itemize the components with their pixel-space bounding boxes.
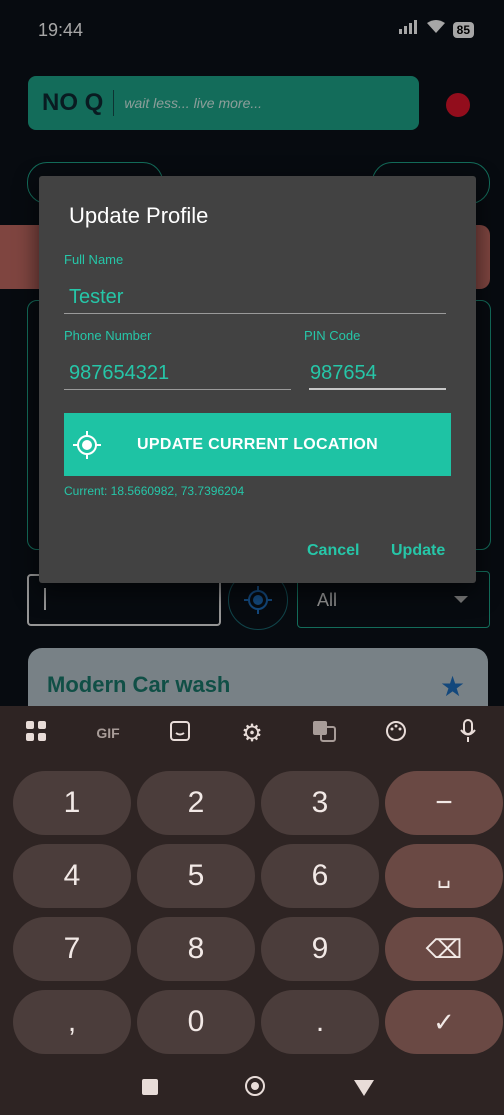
phone-number-field[interactable]: 987654321 (69, 362, 169, 385)
backspace-key[interactable]: ⌫ (385, 917, 503, 981)
key-0[interactable]: 0 (137, 990, 255, 1054)
update-location-button[interactable]: UPDATE CURRENT LOCATION (64, 413, 451, 476)
update-location-label: UPDATE CURRENT LOCATION (137, 435, 378, 453)
palette-icon[interactable] (376, 720, 416, 747)
key-3[interactable]: 3 (261, 771, 379, 835)
pin-code-label: PIN Code (304, 328, 361, 343)
back-icon[interactable] (354, 1080, 374, 1096)
recents-icon[interactable] (142, 1079, 158, 1095)
pin-code-underline (309, 388, 446, 390)
mic-icon[interactable] (448, 718, 488, 748)
enter-key[interactable]: ✓ (385, 990, 503, 1054)
key-7[interactable]: 7 (13, 917, 131, 981)
pin-code-field[interactable]: 987654 (310, 362, 377, 385)
phone-number-label: Phone Number (64, 328, 152, 343)
keyboard-toolbar: GIF ⚙ (0, 706, 504, 760)
full-name-label: Full Name (64, 252, 124, 267)
full-name-field[interactable]: Tester (69, 286, 123, 309)
key-2[interactable]: 2 (137, 771, 255, 835)
gif-button[interactable]: GIF (88, 725, 128, 741)
sticker-icon[interactable] (160, 720, 200, 747)
gear-icon[interactable]: ⚙ (232, 719, 272, 748)
key-9[interactable]: 9 (261, 917, 379, 981)
key-comma[interactable]: , (13, 990, 131, 1054)
key-1[interactable]: 1 (13, 771, 131, 835)
dialog-title: Update Profile (69, 203, 209, 228)
key-4[interactable]: 4 (13, 844, 131, 908)
apps-icon[interactable] (16, 720, 56, 747)
current-location-text: Current: 18.5660982, 73.7396204 (64, 484, 245, 498)
update-button[interactable]: Update (391, 542, 445, 560)
key-space[interactable]: ␣ (385, 844, 503, 908)
key-6[interactable]: 6 (261, 844, 379, 908)
translate-icon[interactable] (304, 720, 344, 747)
key-5[interactable]: 5 (137, 844, 255, 908)
full-name-underline (64, 313, 446, 314)
key-period[interactable]: . (261, 990, 379, 1054)
key-minus[interactable]: − (385, 771, 503, 835)
cancel-button[interactable]: Cancel (307, 542, 359, 560)
key-8[interactable]: 8 (137, 917, 255, 981)
phone-number-underline (64, 389, 291, 390)
home-icon[interactable] (245, 1076, 265, 1096)
